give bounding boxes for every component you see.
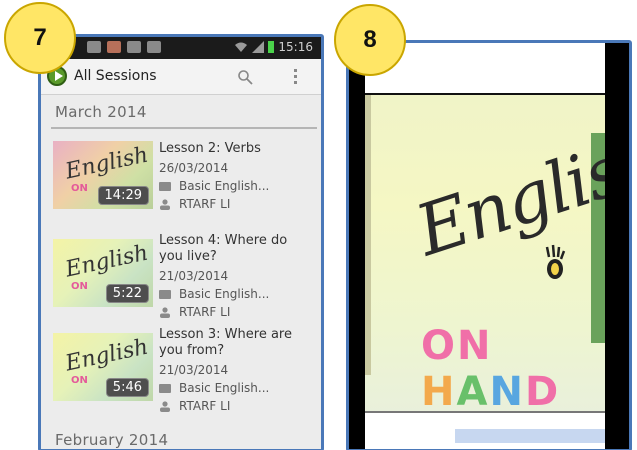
session-author: RTARF LI: [159, 399, 230, 413]
subtitle-n: N: [489, 369, 525, 415]
thumbnail-subtitle: ON: [71, 375, 88, 386]
thumbnail-title: English: [63, 334, 151, 377]
author-name: RTARF LI: [179, 305, 231, 319]
folder-icon: [159, 289, 171, 299]
session-author: RTARF LI: [159, 305, 230, 319]
duration-badge: 5:22: [105, 284, 149, 303]
session-date: 21/03/2014: [159, 363, 229, 377]
session-course: Basic English...: [159, 381, 269, 395]
letterbox-right: [605, 43, 629, 449]
section-divider: [51, 127, 317, 129]
mail-icon: [127, 41, 141, 53]
session-title: Lesson 2: Verbs: [159, 141, 261, 156]
hand-icon: [545, 244, 566, 279]
action-bar-title: All Sessions: [74, 68, 157, 84]
video-subtitle: ON HAND: [421, 323, 605, 415]
status-bar: 15:16: [41, 37, 321, 59]
video-panel-left: [365, 95, 371, 375]
thumbnail-subtitle: ON: [71, 281, 88, 292]
session-course: Basic English...: [159, 179, 269, 193]
session-item[interactable]: English ON 5:46 Lesson 3: Where are you …: [53, 327, 315, 413]
overflow-menu-icon[interactable]: [294, 69, 298, 85]
subtitle-d: D: [524, 369, 561, 415]
user-icon: [160, 198, 170, 210]
folder-icon: [159, 181, 171, 191]
step-badge-8: 8: [334, 4, 406, 76]
folder-icon: [159, 383, 171, 393]
session-author: RTARF LI: [159, 197, 230, 211]
wifi-icon: [235, 42, 248, 52]
action-bar: All Sessions: [41, 59, 321, 95]
session-date: 26/03/2014: [159, 161, 229, 175]
session-date: 21/03/2014: [159, 269, 229, 283]
thumbnail-title: English: [63, 240, 151, 283]
subtitle-on: ON: [421, 323, 493, 369]
user-icon: [160, 400, 170, 412]
author-name: RTARF LI: [179, 399, 231, 413]
section-header: February 2014: [55, 431, 169, 449]
section-header: March 2014: [55, 103, 147, 121]
thumbnail-subtitle: ON: [71, 183, 88, 194]
image-notification-icon: [107, 41, 121, 53]
session-thumbnail[interactable]: English ON 5:46: [53, 333, 153, 401]
session-item[interactable]: English ON 5:22 Lesson 4: Where do you l…: [53, 233, 315, 319]
session-title: Lesson 4: Where do you live?: [159, 233, 288, 264]
session-item[interactable]: English ON 14:29 Lesson 2: Verbs 26/03/2…: [53, 141, 315, 225]
video-content[interactable]: English ON HAND: [365, 43, 605, 449]
duration-badge: 14:29: [97, 186, 149, 205]
video-frame[interactable]: English ON HAND: [349, 43, 629, 449]
thumbnail-title: English: [63, 142, 151, 185]
battery-icon: [268, 41, 275, 53]
notification-icon: [87, 41, 101, 53]
session-thumbnail[interactable]: English ON 5:22: [53, 239, 153, 307]
status-indicators: 15:16: [234, 40, 313, 54]
subtitle-a: A: [456, 369, 490, 415]
video-bottom-strip: [455, 429, 605, 443]
video-title-word: English: [406, 115, 605, 273]
user-icon: [160, 306, 170, 318]
signal-icon: [252, 41, 265, 53]
video-player-screen: English ON HAND: [346, 40, 632, 450]
notification-icons: [87, 41, 161, 53]
status-time: 15:16: [278, 40, 313, 54]
course-name: Basic English...: [179, 179, 270, 193]
search-icon[interactable]: [237, 69, 253, 85]
step-badge-7: 7: [4, 2, 76, 74]
duration-badge: 5:46: [105, 378, 149, 397]
session-title: Lesson 3: Where are you from?: [159, 327, 292, 358]
subtitle-h: H: [421, 369, 457, 415]
video-bottom-band: [365, 411, 605, 449]
letterbox-left: [349, 43, 365, 449]
session-thumbnail[interactable]: English ON 14:29: [53, 141, 153, 209]
author-name: RTARF LI: [179, 197, 231, 211]
session-course: Basic English...: [159, 287, 269, 301]
course-name: Basic English...: [179, 381, 270, 395]
session-list-screen: 15:16 All Sessions March 2014 English ON…: [38, 34, 324, 450]
download-icon: [147, 41, 161, 53]
course-name: Basic English...: [179, 287, 270, 301]
